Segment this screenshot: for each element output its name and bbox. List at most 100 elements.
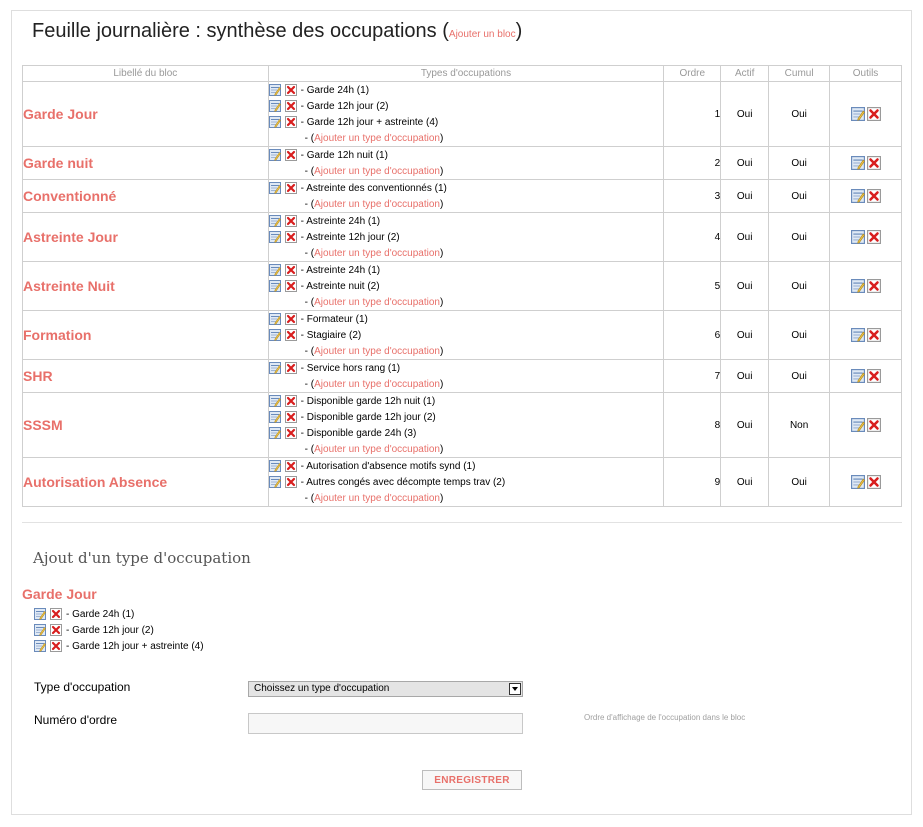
edit-icon[interactable] <box>268 411 281 423</box>
occupation-type-label: - Astreinte 24h (1) <box>300 215 381 227</box>
delete-icon[interactable] <box>866 279 881 293</box>
add-type-link[interactable]: Ajouter un type d'occupation <box>314 166 440 177</box>
edit-icon[interactable] <box>268 476 281 488</box>
save-button[interactable]: ENREGISTRER <box>422 770 522 790</box>
delete-icon[interactable] <box>866 418 881 432</box>
edit-icon[interactable] <box>34 640 46 652</box>
chevron-down-icon[interactable] <box>509 683 521 695</box>
delete-icon[interactable] <box>284 313 297 325</box>
edit-icon[interactable] <box>268 215 281 227</box>
delete-icon[interactable] <box>866 107 881 121</box>
edit-icon[interactable] <box>34 624 46 636</box>
delete-icon[interactable] <box>866 369 881 383</box>
edit-icon[interactable] <box>850 475 865 489</box>
block-label[interactable]: Astreinte Jour <box>22 212 269 262</box>
delete-icon[interactable] <box>50 640 62 652</box>
delete-icon[interactable] <box>284 100 297 112</box>
add-type-suffix: ) <box>440 492 444 504</box>
add-type-link[interactable]: Ajouter un type d'occupation <box>314 199 440 210</box>
delete-icon[interactable] <box>50 624 62 636</box>
occupation-type-item: - Garde 24h (1) <box>34 606 204 622</box>
block-label[interactable]: Astreinte Nuit <box>22 261 269 311</box>
edit-icon[interactable] <box>850 328 865 342</box>
edit-icon[interactable] <box>268 100 281 112</box>
edit-icon[interactable] <box>850 418 865 432</box>
add-type-link[interactable]: Ajouter un type d'occupation <box>314 346 440 357</box>
edit-icon[interactable] <box>268 84 281 96</box>
delete-icon[interactable] <box>284 476 297 488</box>
occupation-type-label: - Disponible garde 12h nuit (1) <box>300 395 436 407</box>
delete-icon[interactable] <box>284 264 297 276</box>
block-label[interactable]: SHR <box>22 359 269 393</box>
type-occupation-label: Type d'occupation <box>34 680 131 694</box>
add-type-link[interactable]: Ajouter un type d'occupation <box>314 493 440 504</box>
delete-icon[interactable] <box>284 362 297 374</box>
block-label[interactable]: Autorisation Absence <box>22 457 269 507</box>
add-type-line: - ( Ajouter un type d'occupation ) <box>269 343 664 359</box>
block-types-cell: - Astreinte 24h (1) - Astreinte 12h jour … <box>267 212 665 262</box>
edit-icon[interactable] <box>268 395 281 407</box>
edit-icon[interactable] <box>268 182 281 194</box>
block-label[interactable]: Conventionné <box>22 179 269 213</box>
edit-icon[interactable] <box>850 230 865 244</box>
delete-icon[interactable] <box>866 230 881 244</box>
add-type-link[interactable]: Ajouter un type d'occupation <box>314 248 440 259</box>
edit-icon[interactable] <box>268 313 281 325</box>
edit-icon[interactable] <box>850 279 865 293</box>
add-type-suffix: ) <box>440 165 444 177</box>
delete-icon[interactable] <box>284 460 297 472</box>
delete-icon[interactable] <box>866 189 881 203</box>
delete-icon[interactable] <box>50 608 62 620</box>
delete-icon[interactable] <box>866 156 881 170</box>
header-cumul: Cumul <box>768 65 831 82</box>
edit-icon[interactable] <box>268 280 281 292</box>
edit-icon[interactable] <box>268 264 281 276</box>
delete-icon[interactable] <box>284 84 297 96</box>
block-cumul: Non <box>768 392 831 458</box>
add-type-prefix: - ( <box>304 165 315 177</box>
delete-icon[interactable] <box>284 411 297 423</box>
edit-icon[interactable] <box>268 329 281 341</box>
delete-icon[interactable] <box>284 182 297 194</box>
delete-icon[interactable] <box>284 149 297 161</box>
delete-icon[interactable] <box>284 215 297 227</box>
add-type-suffix: ) <box>440 378 444 390</box>
block-actif: Oui <box>720 146 770 180</box>
block-order: 2 <box>663 146 722 180</box>
type-occupation-select[interactable]: Choissez un type d'occupation <box>248 681 523 697</box>
delete-icon[interactable] <box>284 280 297 292</box>
delete-icon[interactable] <box>284 329 297 341</box>
edit-icon[interactable] <box>268 116 281 128</box>
add-type-link[interactable]: Ajouter un type d'occupation <box>314 379 440 390</box>
block-row: Formation - Formateur (1) - Stagiaire (2) -… <box>22 310 902 360</box>
edit-icon[interactable] <box>268 427 281 439</box>
block-label[interactable]: Garde Jour <box>22 81 269 147</box>
add-type-link[interactable]: Ajouter un type d'occupation <box>314 444 440 455</box>
occupation-type-label: - Formateur (1) <box>300 313 368 325</box>
edit-icon[interactable] <box>268 460 281 472</box>
delete-icon[interactable] <box>284 427 297 439</box>
edit-icon[interactable] <box>850 156 865 170</box>
edit-icon[interactable] <box>850 107 865 121</box>
delete-icon[interactable] <box>866 328 881 342</box>
page-title: Feuille journalière : synthèse des occup… <box>32 20 522 43</box>
add-type-link[interactable]: Ajouter un type d'occupation <box>314 297 440 308</box>
block-label[interactable]: Garde nuit <box>22 146 269 180</box>
block-label[interactable]: Formation <box>22 310 269 360</box>
add-block-link[interactable]: Ajouter un bloc <box>449 29 516 40</box>
block-tools <box>829 261 902 311</box>
block-label[interactable]: SSSM <box>22 392 269 458</box>
delete-icon[interactable] <box>284 231 297 243</box>
block-tools <box>829 212 902 262</box>
edit-icon[interactable] <box>268 362 281 374</box>
delete-icon[interactable] <box>866 475 881 489</box>
delete-icon[interactable] <box>284 395 297 407</box>
delete-icon[interactable] <box>284 116 297 128</box>
edit-icon[interactable] <box>850 189 865 203</box>
edit-icon[interactable] <box>268 231 281 243</box>
add-type-link[interactable]: Ajouter un type d'occupation <box>314 133 440 144</box>
edit-icon[interactable] <box>34 608 46 620</box>
edit-icon[interactable] <box>850 369 865 383</box>
edit-icon[interactable] <box>268 149 281 161</box>
order-number-input[interactable] <box>248 713 523 734</box>
